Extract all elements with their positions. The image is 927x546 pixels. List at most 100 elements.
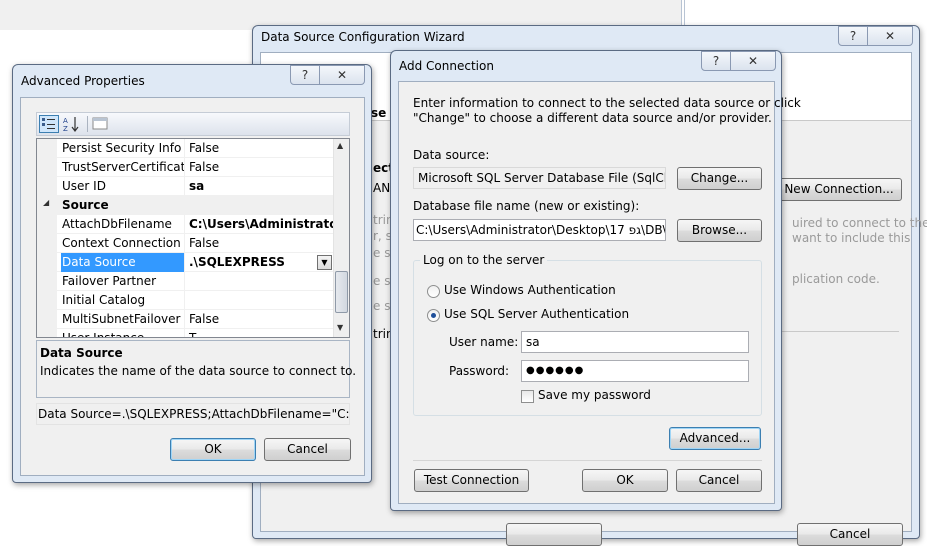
property-row[interactable]: Persist Security Info False xyxy=(37,139,333,158)
username-input[interactable]: sa xyxy=(521,331,749,353)
property-value[interactable]: C:\Users\Administrator\De xyxy=(188,215,333,234)
property-row[interactable]: MultiSubnetFailover False xyxy=(37,310,333,329)
wizard-heading-fragment: se xyxy=(371,106,387,120)
wizard-help-button[interactable]: ? xyxy=(838,26,868,46)
property-value[interactable]: .\SQLEXPRESS xyxy=(188,253,333,272)
scroll-down-arrow-icon[interactable]: ▼ xyxy=(337,323,343,332)
property-row-gutter xyxy=(37,177,57,196)
logon-group: Log on to the server Use Windows Authent… xyxy=(413,253,762,416)
collapse-triangle-icon[interactable]: ◢ xyxy=(43,198,49,207)
wizard-right-text-3: plication code. xyxy=(792,272,880,286)
db-file-label: Database file name (new or existing): xyxy=(413,199,640,213)
property-row[interactable]: TrustServerCertificate False xyxy=(37,158,333,177)
data-source-field: Microsoft SQL Server Database File (SqlC… xyxy=(413,167,666,189)
scroll-up-arrow-icon[interactable]: ▲ xyxy=(337,141,343,150)
sql-auth-label[interactable]: Use SQL Server Authentication xyxy=(444,307,629,321)
description-text: Indicates the name of the data source to… xyxy=(40,364,357,378)
wizard-right-text-1: uired to connect to the xyxy=(792,216,927,230)
browse-button[interactable]: Browse... xyxy=(677,219,762,242)
wizard-title: Data Source Configuration Wizard xyxy=(261,30,465,44)
property-grid-rows: Persist Security Info False TrustServerCer… xyxy=(37,139,333,337)
test-connection-button[interactable]: Test Connection xyxy=(414,469,529,492)
property-row[interactable]: User Instance T xyxy=(37,329,333,337)
wizard-divider xyxy=(781,331,899,332)
property-category-row[interactable]: ◢ Source xyxy=(37,196,333,215)
property-value[interactable]: False xyxy=(188,139,333,158)
property-name: User ID xyxy=(61,177,185,196)
property-name: Context Connection xyxy=(61,234,185,253)
property-row-gutter xyxy=(37,234,57,253)
help-icon: ? xyxy=(301,68,309,82)
property-value[interactable]: False xyxy=(188,234,333,253)
advanced-cancel-button[interactable]: Cancel xyxy=(264,438,351,461)
close-icon: ✕ xyxy=(884,29,896,43)
add-connection-close-button[interactable]: ✕ xyxy=(730,51,776,71)
property-pages-icon[interactable] xyxy=(91,116,109,132)
windows-auth-label[interactable]: Use Windows Authentication xyxy=(444,283,616,297)
data-source-label: Data source: xyxy=(413,148,490,162)
logon-group-title: Log on to the server xyxy=(420,253,548,267)
db-file-input[interactable]: C:\Users\Administrator\Desktop\17 גפ\DB\… xyxy=(413,219,666,241)
property-row-gutter xyxy=(37,215,57,234)
save-password-label[interactable]: Save my password xyxy=(538,388,651,402)
wizard-disabled-button[interactable] xyxy=(506,523,602,546)
property-row-gutter xyxy=(37,329,57,337)
help-icon: ? xyxy=(849,29,857,43)
add-connection-title: Add Connection xyxy=(399,59,494,73)
advanced-button[interactable]: Advanced... xyxy=(669,427,761,450)
wizard-close-button[interactable]: ✕ xyxy=(867,26,913,46)
save-password-checkbox[interactable] xyxy=(521,390,534,403)
advanced-properties-title: Advanced Properties xyxy=(21,74,145,88)
property-row-gutter[interactable]: ◢ xyxy=(37,196,57,215)
description-pane: Data Source Indicates the name of the da… xyxy=(36,340,356,398)
property-row[interactable]: AttachDbFilenameC:\Users\Administrator\D… xyxy=(37,215,333,234)
add-connection-ok-button[interactable]: OK xyxy=(582,469,668,492)
password-label: Password: xyxy=(449,364,510,378)
windows-auth-radio[interactable] xyxy=(427,285,440,298)
description-title: Data Source xyxy=(40,346,123,360)
property-row-gutter xyxy=(37,139,57,158)
add-connection-help-button[interactable]: ? xyxy=(701,51,731,71)
property-row[interactable]: User ID sa xyxy=(37,177,333,196)
property-row[interactable]: Context Connection False xyxy=(37,234,333,253)
property-name: User Instance xyxy=(61,329,185,337)
property-value[interactable]: sa xyxy=(188,177,333,196)
property-grid[interactable]: Persist Security Info False TrustServerCer… xyxy=(36,138,350,338)
close-icon: ✕ xyxy=(336,68,348,82)
sql-auth-radio[interactable] xyxy=(427,309,440,322)
property-name: Source xyxy=(62,198,109,212)
property-value[interactable] xyxy=(188,291,333,310)
property-name: Data Source xyxy=(61,253,185,272)
help-icon: ? xyxy=(712,54,720,68)
property-value[interactable] xyxy=(188,272,333,291)
advanced-help-button[interactable]: ? xyxy=(290,65,320,85)
change-button[interactable]: Change... xyxy=(677,167,762,190)
new-connection-button[interactable]: New Connection... xyxy=(776,178,902,201)
alphabetical-icon[interactable]: A Z xyxy=(62,115,82,133)
dropdown-arrow-icon[interactable]: ▼ xyxy=(317,255,332,270)
categorized-icon[interactable] xyxy=(39,115,59,133)
add-connection-cancel-button[interactable]: Cancel xyxy=(676,469,762,492)
property-row-gutter xyxy=(37,291,57,310)
property-row[interactable]: Data Source .\SQLEXPRESS ▼ xyxy=(37,253,333,272)
property-grid-scrollbar[interactable]: ▲ ▼ xyxy=(333,139,349,337)
property-row-gutter xyxy=(37,158,57,177)
property-value[interactable]: False xyxy=(188,310,333,329)
wizard-cancel-button[interactable]: Cancel xyxy=(797,523,903,546)
advanced-ok-button[interactable]: OK xyxy=(170,438,256,461)
advanced-close-button[interactable]: ✕ xyxy=(319,65,365,85)
username-label: User name: xyxy=(449,335,519,349)
scroll-thumb[interactable] xyxy=(335,271,348,313)
property-value[interactable]: False xyxy=(188,158,333,177)
property-row-gutter xyxy=(37,310,57,329)
property-row[interactable]: Initial Catalog xyxy=(37,291,333,310)
property-row[interactable]: Failover Partner xyxy=(37,272,333,291)
property-value[interactable]: T xyxy=(188,329,333,337)
password-input[interactable]: ●●●●●● xyxy=(521,360,749,382)
property-name: Initial Catalog xyxy=(61,291,185,310)
advanced-client: A Z Persist Security Info False TrustServe… xyxy=(20,97,365,476)
property-name: Failover Partner xyxy=(61,272,185,291)
toolbar-separator xyxy=(87,116,88,132)
connection-string-field[interactable]: Data Source=.\SQLEXPRESS;AttachDbFilenam… xyxy=(36,403,350,425)
intro-text-line-2: "Change" to choose a different data sour… xyxy=(413,111,772,125)
